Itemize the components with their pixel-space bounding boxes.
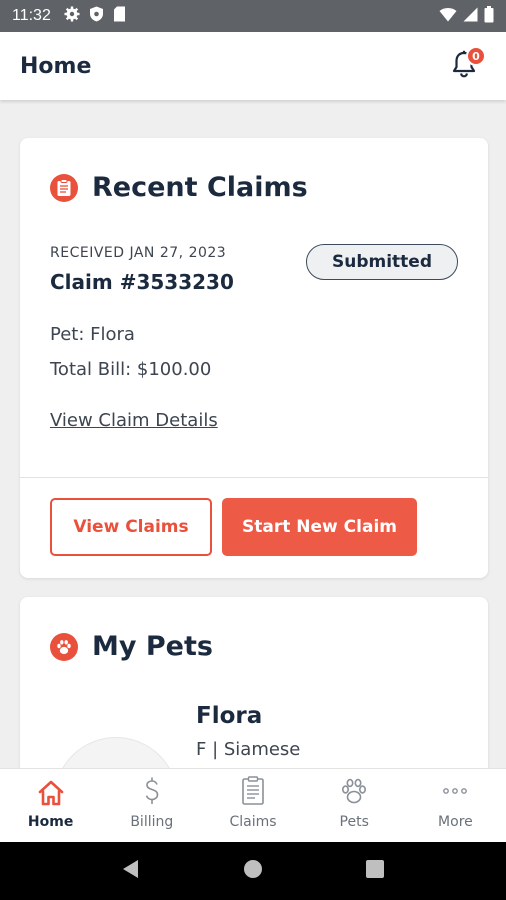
main-content[interactable]: Recent Claims RECEIVED JAN 27, 2023 Clai…	[0, 100, 506, 768]
nav-item-claims[interactable]: Claims	[202, 769, 303, 842]
nav-item-billing[interactable]: Billing	[101, 769, 202, 842]
divider	[20, 477, 488, 478]
app-bar: Home 0	[0, 32, 506, 100]
recent-claims-header: Recent Claims	[20, 138, 488, 203]
nav-label-claims: Claims	[229, 814, 277, 830]
claim-pet: Pet: Flora	[50, 324, 135, 345]
start-new-claim-button[interactable]: Start New Claim	[222, 498, 417, 556]
my-pets-header: My Pets	[20, 597, 488, 662]
nav-label-home: Home	[27, 814, 74, 830]
clipboard-icon	[50, 173, 78, 202]
bottom-nav: Home Billing Claims Pets More	[0, 768, 506, 842]
signal-icon	[463, 7, 478, 26]
home-circle-icon[interactable]	[242, 858, 264, 884]
view-claims-button[interactable]: View Claims	[50, 498, 212, 556]
battery-icon	[484, 5, 494, 27]
system-nav-bar	[0, 842, 506, 900]
paw-icon	[50, 632, 78, 661]
gear-icon	[64, 6, 80, 26]
home-icon	[37, 780, 65, 810]
notification-badge: 0	[466, 46, 486, 66]
wifi-icon	[439, 7, 457, 26]
recent-claims-card: Recent Claims RECEIVED JAN 27, 2023 Clai…	[20, 138, 488, 578]
claim-total-bill: Total Bill: $100.00	[50, 359, 212, 380]
paw-icon	[340, 776, 368, 810]
status-time: 11:32	[12, 7, 51, 24]
nav-item-more[interactable]: More	[405, 769, 506, 842]
status-badge: Submitted	[306, 244, 458, 280]
claim-number: Claim #3533230	[50, 270, 234, 294]
pet-avatar[interactable]	[54, 737, 178, 768]
dollar-icon	[141, 776, 163, 810]
received-date: RECEIVED JAN 27, 2023	[50, 245, 227, 261]
more-dots-icon	[440, 776, 470, 810]
sim-card-icon	[113, 6, 126, 26]
document-icon	[240, 776, 266, 810]
nav-label-more: More	[438, 814, 473, 830]
notifications-button[interactable]: 0	[442, 44, 486, 88]
pet-info: F | Siamese	[196, 739, 301, 760]
view-claim-details-link[interactable]: View Claim Details	[50, 410, 218, 431]
page-title: Home	[20, 53, 92, 79]
pet-name[interactable]: Flora	[196, 703, 262, 729]
my-pets-card: My Pets Flora F | Siamese	[20, 597, 488, 768]
back-icon[interactable]	[121, 858, 141, 884]
shield-icon	[89, 6, 104, 26]
nav-item-home[interactable]: Home	[0, 769, 101, 842]
nav-label-pets: Pets	[339, 814, 369, 830]
nav-item-pets[interactable]: Pets	[304, 769, 405, 842]
recents-square-icon[interactable]	[365, 859, 385, 883]
my-pets-title: My Pets	[92, 631, 213, 662]
nav-label-billing: Billing	[130, 814, 174, 830]
status-bar: 11:32	[0, 0, 506, 32]
recent-claims-title: Recent Claims	[92, 172, 308, 203]
